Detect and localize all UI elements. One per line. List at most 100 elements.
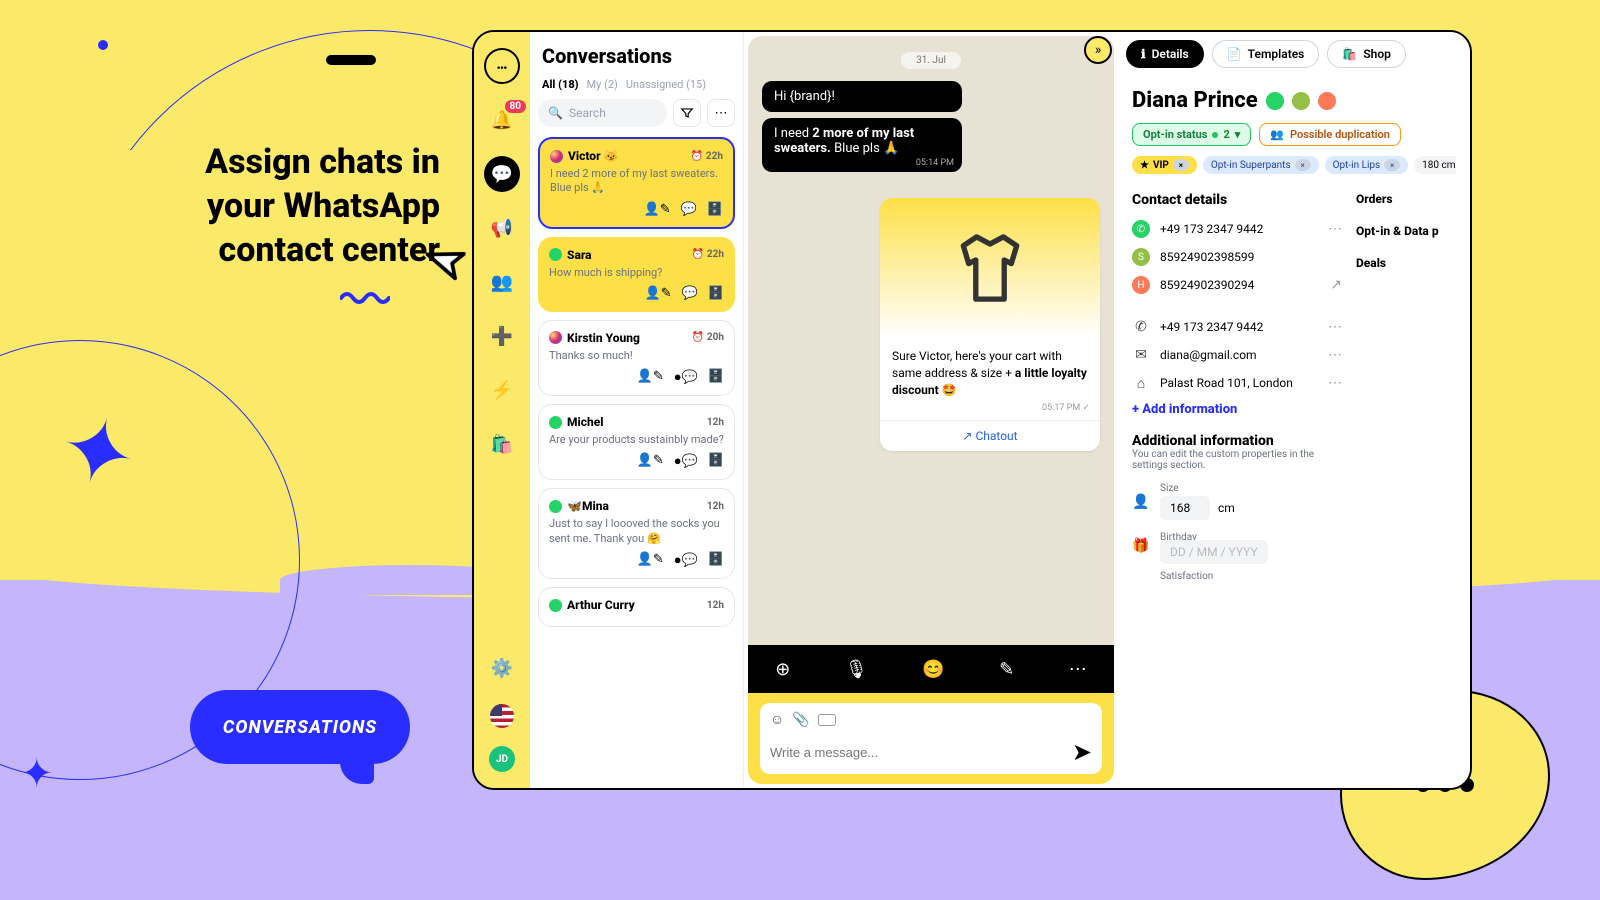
duplication-warning[interactable]: 👥Possible duplication — [1259, 123, 1401, 146]
shopify-icon: S — [1132, 248, 1150, 266]
app-window: 🔔80 💬 📢 👥 ➕ ⚡ 🛍️ ⚙️ JD Conversations All… — [472, 30, 1472, 790]
more-icon[interactable]: ⋯ — [1069, 659, 1087, 680]
collapse-details-button[interactable]: » — [1084, 36, 1112, 64]
add-information-button[interactable]: + Add information — [1132, 402, 1342, 417]
message-outgoing: Sure Victor, here's your cart with same … — [880, 198, 1100, 451]
conversation-card[interactable]: Sara ⏰22h How much is shipping? 👤✎ 💬 🗄️ — [538, 237, 735, 312]
chat-unread-icon[interactable]: ●💬 — [674, 369, 698, 385]
open-icon[interactable]: ↗ — [1330, 277, 1342, 293]
conversation-card[interactable]: Arthur Curry 12h — [538, 587, 735, 627]
conversation-card[interactable]: Victor 😼 ⏰22h I need 2 more of my last s… — [538, 137, 735, 229]
add-nav-icon[interactable]: ➕ — [484, 318, 520, 354]
brand-logo[interactable] — [484, 48, 520, 84]
shopify-icon — [1292, 92, 1310, 110]
birthday-input[interactable]: DD / MM / YYYY — [1160, 540, 1268, 564]
shop-nav-icon[interactable]: 🛍️ — [484, 426, 520, 462]
contacts-nav-icon[interactable]: 👥 — [484, 264, 520, 300]
voice-icon[interactable]: 🎙 — [845, 659, 868, 680]
emoji-face-icon[interactable]: 😊 — [922, 659, 944, 680]
chat-icon[interactable]: 💬 — [682, 286, 698, 301]
satisfaction-label: Satisfaction — [1160, 571, 1342, 582]
send-button[interactable]: ➤ — [1072, 738, 1092, 766]
conversation-card[interactable]: 🦋Mina 12h Just to say I loooved the sock… — [538, 488, 735, 579]
conversations-panel: Conversations All (18) My (2) Unassigned… — [530, 32, 744, 788]
language-flag[interactable] — [490, 704, 514, 728]
more-button[interactable]: ⋯ — [707, 99, 735, 127]
message-input[interactable] — [770, 745, 1072, 760]
conversation-card[interactable]: Michel 12h Are your products sustainbly … — [538, 404, 735, 480]
settings-icon[interactable]: ⚙️ — [484, 650, 520, 686]
more-icon[interactable]: ⋯ — [1328, 221, 1342, 237]
chatout-link[interactable]: ↗ Chatout — [880, 420, 1100, 451]
automations-nav-icon[interactable]: ⚡ — [484, 372, 520, 408]
contact-phone: ✆+49 173 2347 9442⋯ — [1132, 318, 1342, 336]
assign-icon[interactable]: 👤✎ — [637, 552, 664, 568]
contact-address: ⌂Palast Road 101, London⋯ — [1132, 374, 1342, 392]
chat-icon[interactable]: 💬 — [681, 202, 697, 217]
notifications-icon[interactable]: 🔔80 — [484, 102, 520, 138]
add-icon[interactable]: ⊕ — [775, 659, 790, 680]
tag-vip[interactable]: ★ VIP × — [1132, 156, 1197, 174]
tag[interactable]: Opt-in Superpants × — [1203, 156, 1319, 174]
archive-icon[interactable]: 🗄️ — [708, 453, 724, 469]
tab-details[interactable]: ℹDetails — [1126, 40, 1204, 68]
filter-button[interactable] — [673, 99, 701, 127]
side-orders[interactable]: Orders — [1356, 192, 1456, 206]
product-image — [880, 198, 1100, 338]
size-input[interactable]: 168 — [1160, 496, 1210, 520]
search-icon: 🔍 — [548, 106, 563, 120]
tab-unassigned[interactable]: Unassigned (15) — [626, 78, 706, 91]
more-icon[interactable]: ⋯ — [1328, 319, 1342, 335]
window-handle — [326, 55, 376, 65]
details-panel: ℹDetails 📄Templates 🛍️Shop Diana Prince … — [1118, 32, 1470, 788]
archive-icon[interactable]: 🗄️ — [708, 369, 724, 385]
side-optin[interactable]: Opt-in & Data p — [1356, 224, 1456, 238]
hubspot-icon — [1318, 92, 1336, 110]
template-icon[interactable] — [818, 714, 836, 726]
archive-icon[interactable]: 🗄️ — [708, 286, 724, 301]
more-icon[interactable]: ⋯ — [1328, 347, 1342, 363]
marketing-headline: Assign chats in your WhatsApp contact ce… — [130, 140, 440, 273]
contact-details-title: Contact details — [1132, 192, 1342, 208]
archive-icon[interactable]: 🗄️ — [707, 202, 723, 217]
alarm-icon: ⏰ — [691, 332, 703, 343]
tab-all[interactable]: All (18) — [542, 78, 579, 91]
whatsapp-icon — [1266, 92, 1284, 110]
whatsapp-icon — [549, 599, 562, 612]
tag[interactable]: 180 cm — [1414, 156, 1456, 174]
emoji-icon[interactable]: ☺ — [770, 711, 784, 728]
more-icon[interactable]: ⋯ — [1328, 375, 1342, 391]
conversation-card[interactable]: Kirstin Young ⏰20h Thanks so much! 👤✎ ●💬… — [538, 320, 735, 396]
optin-status-dropdown[interactable]: Opt-in status2 ▾ — [1132, 123, 1251, 146]
assign-icon[interactable]: 👤✎ — [637, 453, 664, 469]
chat-panel: 31. Jul Hi {brand}! I need 2 more of my … — [748, 36, 1114, 784]
side-deals[interactable]: Deals — [1356, 256, 1456, 270]
message-incoming: I need 2 more of my last sweaters. Blue … — [762, 118, 962, 172]
conversation-list: Victor 😼 ⏰22h I need 2 more of my last s… — [538, 137, 735, 776]
chat-date: 31. Jul — [901, 52, 961, 69]
contact-name: Diana Prince — [1132, 88, 1456, 113]
attach-icon[interactable]: 📎 — [792, 712, 809, 728]
conversations-nav-icon[interactable]: 💬 — [484, 156, 520, 192]
tab-my[interactable]: My (2) — [587, 78, 618, 91]
whatsapp-icon: ✆ — [1132, 220, 1150, 238]
chevron-down-icon: ▾ — [1235, 128, 1241, 141]
person-icon: 👤 — [1132, 493, 1150, 511]
tab-shop[interactable]: 🛍️Shop — [1327, 40, 1406, 68]
tag[interactable]: Opt-in Lips × — [1325, 156, 1409, 174]
phone-icon: ✆ — [1132, 318, 1150, 336]
search-input[interactable]: 🔍 Search — [538, 99, 667, 127]
contact-whatsapp: ✆+49 173 2347 9442⋯ — [1132, 220, 1342, 238]
campaigns-nav-icon[interactable]: 📢 — [484, 210, 520, 246]
assign-icon[interactable]: 👤✎ — [645, 286, 672, 301]
chat-unread-icon[interactable]: ●💬 — [674, 552, 698, 568]
contact-email: ✉diana@gmail.com⋯ — [1132, 346, 1342, 364]
note-icon[interactable]: ✎ — [999, 659, 1014, 680]
chat-unread-icon[interactable]: ●💬 — [674, 453, 698, 469]
archive-icon[interactable]: 🗄️ — [708, 552, 724, 568]
assign-icon[interactable]: 👤✎ — [644, 202, 671, 217]
assign-icon[interactable]: 👤✎ — [637, 369, 664, 385]
user-avatar[interactable]: JD — [489, 746, 515, 772]
tab-templates[interactable]: 📄Templates — [1212, 40, 1320, 68]
whatsapp-icon — [549, 416, 562, 429]
